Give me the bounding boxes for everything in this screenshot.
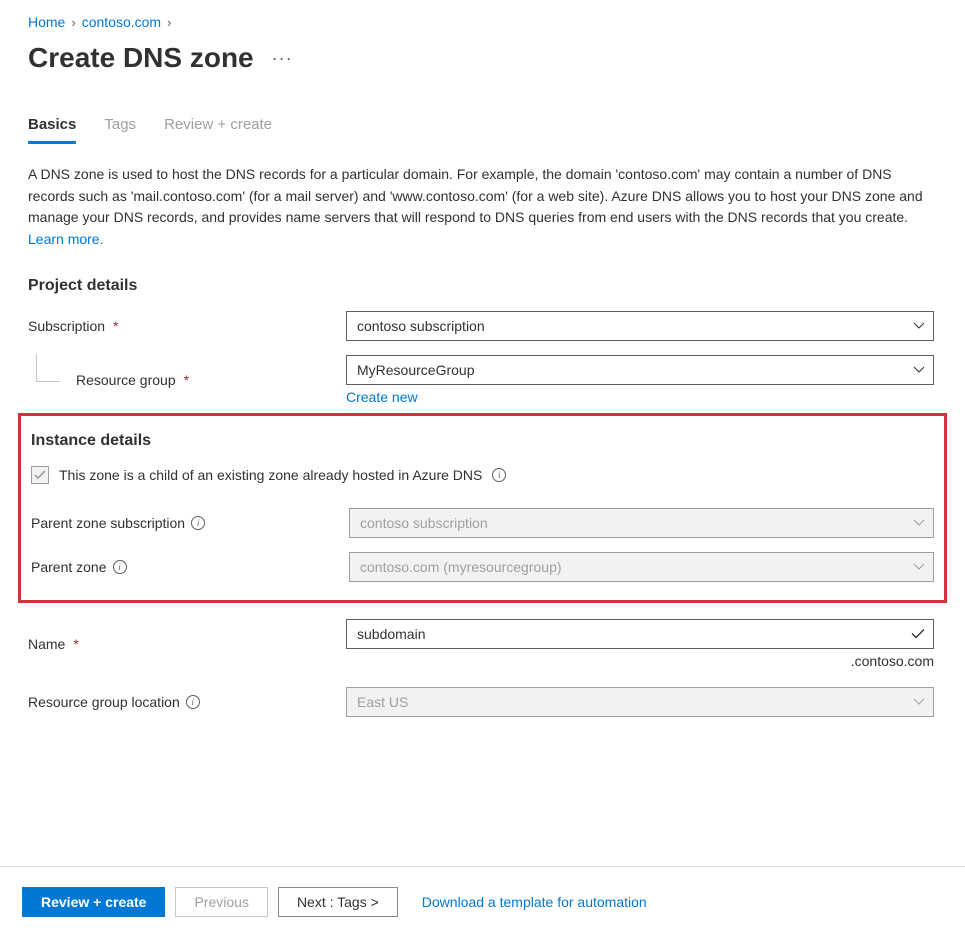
name-input[interactable]: subdomain [346,619,934,649]
breadcrumb-contoso[interactable]: contoso.com [82,14,161,30]
instance-highlight-box: Instance details This zone is a child of… [18,413,947,603]
breadcrumb: Home › contoso.com › [28,14,937,30]
child-zone-label: This zone is a child of an existing zone… [59,467,482,483]
chevron-down-icon [913,366,925,374]
chevron-right-icon: › [167,15,171,30]
description-text: A DNS zone is used to host the DNS recor… [28,164,937,251]
parent-zone-label: Parent zone i [31,559,349,575]
check-icon [911,628,925,639]
subscription-label: Subscription* [28,318,346,334]
location-label: Resource group location i [28,694,346,710]
more-actions-button[interactable]: ··· [272,48,293,69]
review-create-button[interactable]: Review + create [22,887,165,917]
info-icon[interactable]: i [186,695,200,709]
tab-tags[interactable]: Tags [104,116,136,144]
tree-line-icon [36,354,60,382]
section-project-heading: Project details [28,277,937,295]
previous-button[interactable]: Previous [175,887,267,917]
breadcrumb-home[interactable]: Home [28,14,65,30]
learn-more-link[interactable]: Learn more. [28,231,103,247]
chevron-down-icon [913,698,925,706]
create-new-link[interactable]: Create new [346,389,418,405]
tab-basics[interactable]: Basics [28,116,76,144]
parent-subscription-label: Parent zone subscription i [31,515,349,531]
tabs: Basics Tags Review + create [28,116,937,144]
subscription-select[interactable]: contoso subscription [346,311,934,341]
footer: Review + create Previous Next : Tags > D… [0,866,965,937]
chevron-down-icon [913,563,925,571]
location-select[interactable]: East US [346,687,934,717]
chevron-down-icon [913,519,925,527]
name-suffix: .contoso.com [346,653,934,669]
info-icon[interactable]: i [113,560,127,574]
page-title: Create DNS zone [28,42,254,74]
resource-group-label: Resource group* [28,372,346,388]
chevron-right-icon: › [71,15,75,30]
chevron-down-icon [913,322,925,330]
resource-group-select[interactable]: MyResourceGroup [346,355,934,385]
download-template-link[interactable]: Download a template for automation [422,894,647,910]
parent-subscription-select[interactable]: contoso subscription [349,508,934,538]
name-label: Name* [28,636,346,652]
tab-review-create[interactable]: Review + create [164,116,272,144]
section-instance-heading: Instance details [31,432,934,450]
info-icon[interactable]: i [492,468,506,482]
child-zone-checkbox[interactable] [31,466,49,484]
info-icon[interactable]: i [191,516,205,530]
next-button[interactable]: Next : Tags > [278,887,398,917]
parent-zone-select[interactable]: contoso.com (myresourcegroup) [349,552,934,582]
